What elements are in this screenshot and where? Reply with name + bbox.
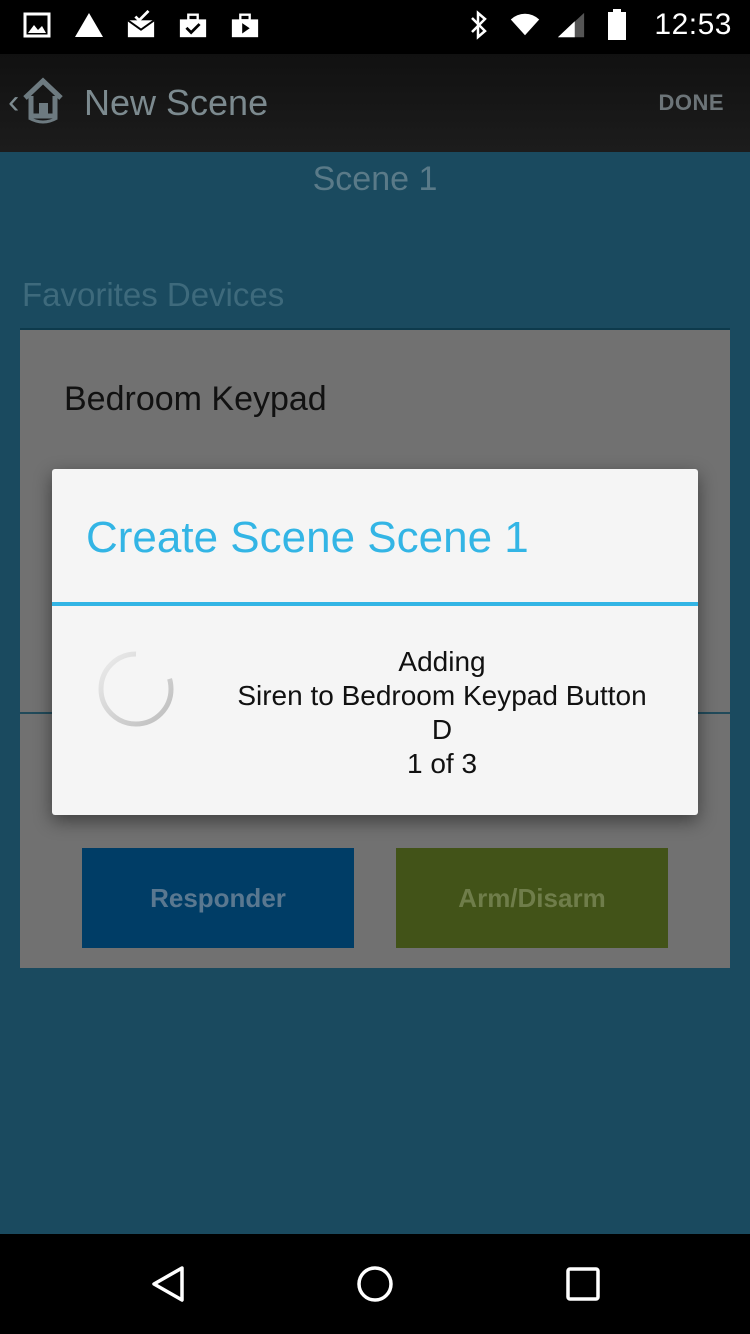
signal-icon	[556, 10, 586, 40]
home-nav-button[interactable]	[353, 1264, 397, 1308]
arm-disarm-button[interactable]: Arm/Disarm	[396, 848, 668, 948]
recents-square-icon	[563, 1264, 603, 1309]
home-icon	[21, 76, 65, 129]
navigation-bar	[0, 1234, 750, 1334]
scene-name: Scene 1	[312, 160, 438, 198]
page-title: New Scene	[84, 82, 269, 123]
section-title: Favorites Devices	[22, 276, 285, 313]
warning-icon	[74, 10, 104, 40]
status-time: 12:53	[654, 8, 732, 41]
image-icon	[22, 10, 52, 40]
spinner-icon	[96, 649, 176, 729]
back-triangle-icon	[148, 1264, 188, 1309]
bluetooth-icon	[464, 10, 494, 40]
briefcase-play-icon	[230, 10, 260, 40]
mail-check-icon	[126, 10, 156, 40]
status-bar: 12:53	[0, 0, 750, 54]
done-button[interactable]: DONE	[658, 90, 724, 116]
back-home-button[interactable]: ‹	[8, 76, 65, 129]
dialog-message-line: Siren to Bedroom Keypad Button	[237, 680, 647, 711]
dialog-title: Create Scene Scene 1	[86, 513, 529, 562]
chevron-left-icon: ‹	[8, 83, 20, 121]
recents-nav-button[interactable]	[561, 1264, 605, 1308]
back-nav-button[interactable]	[146, 1264, 190, 1308]
battery-icon	[602, 9, 632, 40]
dialog-message-line: D	[431, 714, 453, 745]
progress-dialog: Create Scene Scene 1 Adding Siren to Bed…	[52, 469, 698, 815]
dialog-message-line: Adding	[398, 646, 486, 677]
device-name: Bedroom Keypad	[64, 380, 327, 418]
dialog-divider	[52, 602, 698, 606]
briefcase-check-icon	[178, 10, 208, 40]
dialog-message: Adding Siren to Bedroom Keypad Button D …	[192, 645, 692, 781]
responder-button[interactable]: Responder	[82, 848, 354, 948]
action-bar: ‹ New Scene DONE	[0, 54, 750, 152]
wifi-icon	[510, 10, 540, 40]
home-circle-icon	[355, 1264, 395, 1309]
dialog-message-line: 1 of 3	[406, 748, 478, 779]
